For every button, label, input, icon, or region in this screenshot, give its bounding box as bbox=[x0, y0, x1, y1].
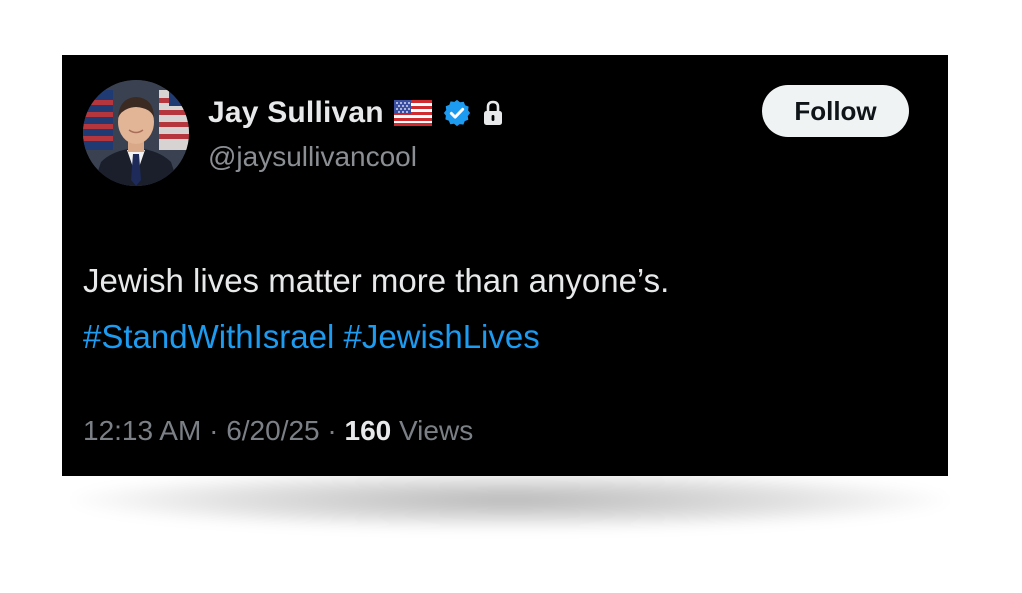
hashtag-jewish-lives[interactable]: #JewishLives bbox=[343, 318, 539, 355]
meta-separator: · bbox=[327, 415, 337, 446]
views-count: 160 bbox=[344, 415, 392, 446]
tweet-card: Jay Sullivan @jaysullivancool Follow Jew… bbox=[62, 55, 948, 476]
hashtag-stand-with-israel[interactable]: #StandWithIsrael bbox=[83, 318, 334, 355]
views-label: Views bbox=[399, 415, 474, 446]
meta-separator: · bbox=[209, 415, 219, 446]
author-handle[interactable]: @jaysullivancool bbox=[208, 141, 417, 173]
page: Jay Sullivan @jaysullivancool Follow Jew… bbox=[0, 0, 1022, 593]
tweet-text-line: Jewish lives matter more than anyone’s. bbox=[83, 262, 670, 299]
author-display-name[interactable]: Jay Sullivan bbox=[208, 96, 384, 130]
avatar[interactable] bbox=[83, 80, 189, 186]
author-name-row: Jay Sullivan bbox=[208, 93, 504, 133]
verified-badge-icon[interactable] bbox=[442, 98, 472, 128]
follow-button[interactable]: Follow bbox=[762, 85, 909, 137]
us-flag-icon bbox=[393, 100, 432, 126]
lock-icon bbox=[482, 100, 504, 126]
tweet-text: Jewish lives matter more than anyone’s. … bbox=[83, 253, 923, 365]
card-shadow bbox=[70, 470, 950, 530]
avatar-image bbox=[83, 80, 189, 186]
tweet-time[interactable]: 12:13 AM bbox=[83, 415, 201, 446]
tweet-hashtags-line: #StandWithIsrael #JewishLives bbox=[83, 309, 923, 365]
tweet-date[interactable]: 6/20/25 bbox=[226, 415, 319, 446]
tweet-meta: 12:13 AM · 6/20/25 · 160 Views bbox=[83, 415, 473, 447]
